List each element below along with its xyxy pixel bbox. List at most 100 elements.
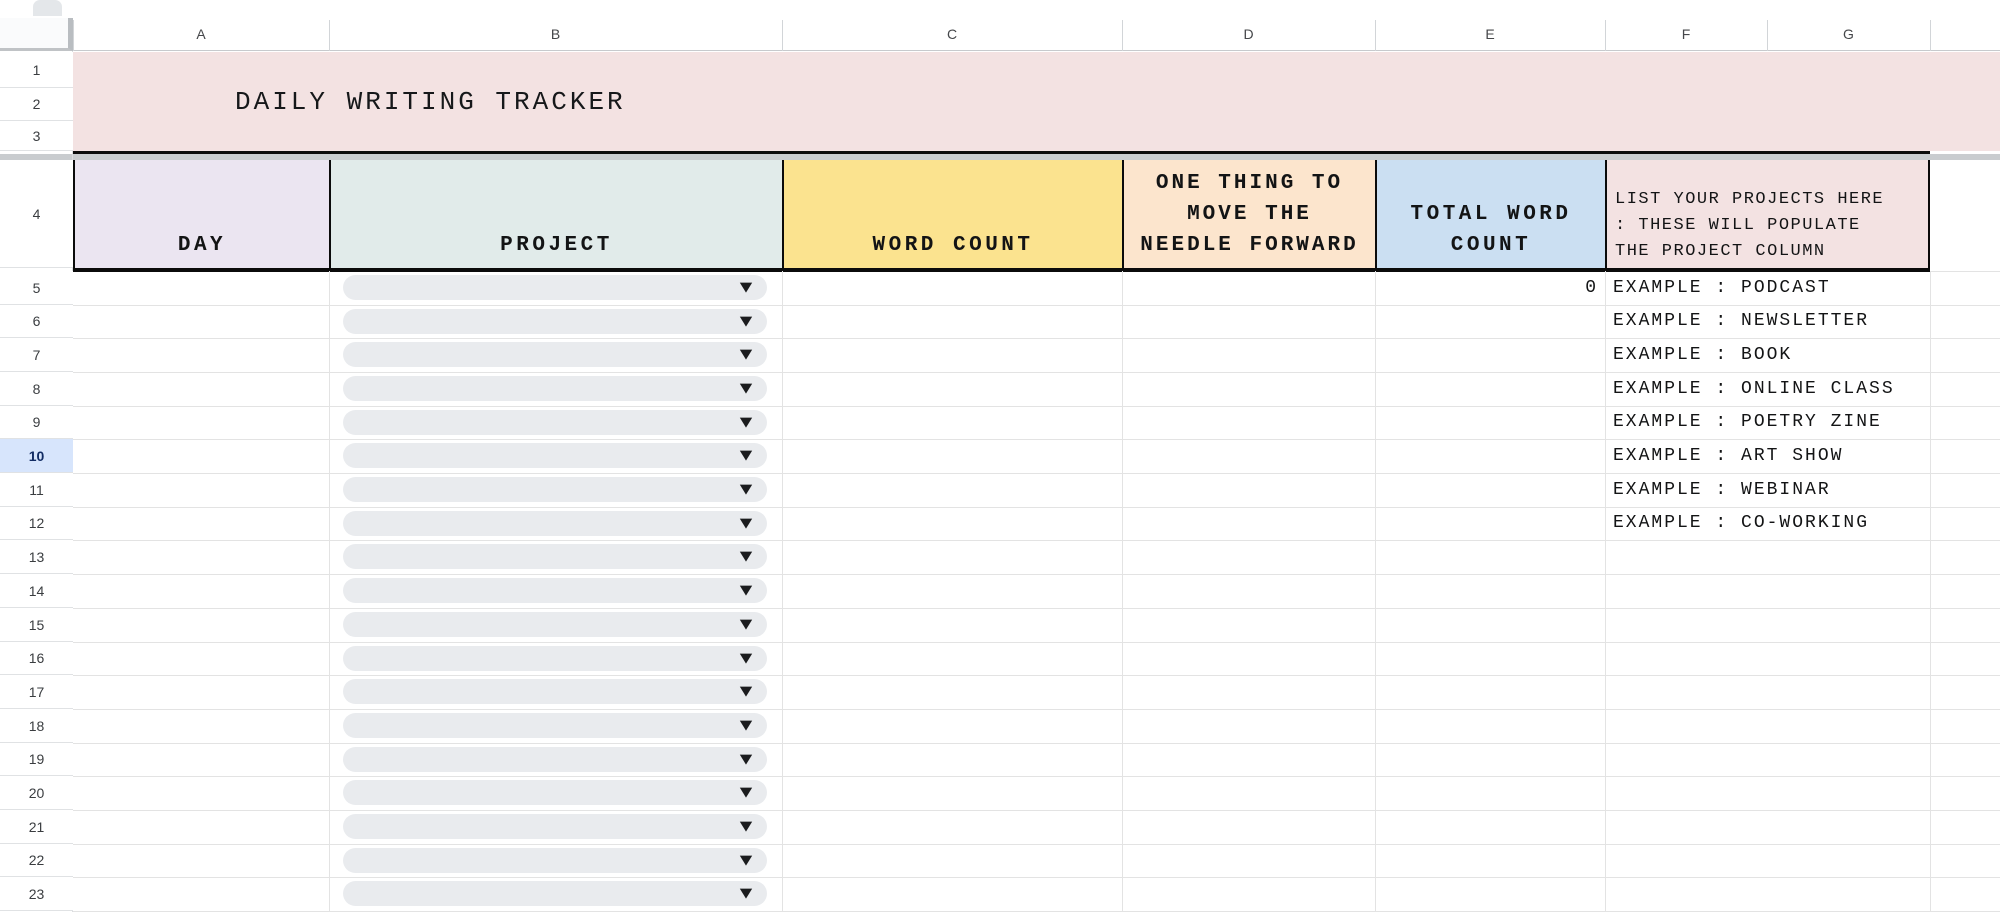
project-example-cell[interactable]: EXAMPLE : NEWSLETTER: [1613, 305, 1869, 338]
row-header-5[interactable]: 5: [0, 271, 73, 305]
row-header-7[interactable]: 7: [0, 338, 73, 372]
row-header-23[interactable]: 23: [0, 877, 73, 911]
project-dropdown[interactable]: ▼: [343, 881, 767, 906]
dropdown-arrow-icon: ▼: [740, 483, 753, 496]
project-dropdown[interactable]: ▼: [343, 578, 767, 603]
gridline: [73, 709, 2000, 710]
row-header-10[interactable]: 10: [0, 439, 73, 473]
gridline: [73, 810, 2000, 811]
gridline: [1605, 271, 1606, 912]
project-dropdown[interactable]: ▼: [343, 443, 767, 468]
header-cell-word-count[interactable]: WORD COUNT: [782, 160, 1122, 268]
project-dropdown[interactable]: ▼: [343, 342, 767, 367]
row-header-22[interactable]: 22: [0, 844, 73, 877]
dropdown-arrow-icon: ▼: [740, 854, 753, 867]
row-header-16[interactable]: 16: [0, 642, 73, 675]
row-header-6[interactable]: 6: [0, 305, 73, 338]
row-header-9[interactable]: 9: [0, 406, 73, 439]
dropdown-arrow-icon: ▼: [740, 719, 753, 732]
project-dropdown[interactable]: ▼: [343, 275, 767, 300]
column-header-g[interactable]: G: [1767, 18, 1930, 51]
dropdown-arrow-icon: ▼: [740, 281, 753, 294]
header-cell-total-word-count[interactable]: TOTAL WORD COUNT: [1375, 160, 1605, 268]
column-header-f[interactable]: F: [1605, 18, 1767, 51]
select-all-corner[interactable]: [0, 18, 73, 51]
dropdown-arrow-icon: ▼: [740, 887, 753, 900]
gridline: [73, 608, 2000, 609]
row-header-18[interactable]: 18: [0, 709, 73, 743]
dropdown-arrow-icon: ▼: [740, 550, 753, 563]
freeze-handle-tab[interactable]: [33, 0, 62, 16]
row-header-12[interactable]: 12: [0, 507, 73, 540]
project-dropdown[interactable]: ▼: [343, 511, 767, 536]
project-dropdown[interactable]: ▼: [343, 747, 767, 772]
column-header-separator: [1122, 20, 1123, 51]
row-header-19[interactable]: 19: [0, 743, 73, 776]
project-example-cell[interactable]: EXAMPLE : PODCAST: [1613, 271, 1831, 305]
dropdown-arrow-icon: ▼: [740, 820, 753, 833]
row-header-4[interactable]: 4: [0, 160, 73, 268]
header-cell-project[interactable]: PROJECT: [329, 160, 782, 268]
gridline: [73, 540, 2000, 541]
dropdown-arrow-icon: ▼: [740, 315, 753, 328]
dropdown-arrow-icon: ▼: [740, 685, 753, 698]
gridline: [1930, 271, 1931, 912]
row-header-2[interactable]: 2: [0, 88, 73, 121]
project-dropdown[interactable]: ▼: [343, 646, 767, 671]
dropdown-arrow-icon: ▼: [740, 618, 753, 631]
column-header-b[interactable]: B: [329, 18, 782, 51]
column-header-a[interactable]: A: [73, 18, 329, 51]
project-example-cell[interactable]: EXAMPLE : WEBINAR: [1613, 473, 1831, 507]
gridline: [73, 675, 2000, 676]
project-dropdown[interactable]: ▼: [343, 309, 767, 334]
column-header-separator: [782, 20, 783, 51]
project-dropdown[interactable]: ▼: [343, 544, 767, 569]
gridline: [73, 844, 2000, 845]
row-header-1[interactable]: 1: [0, 52, 73, 88]
header-cell-projects-note[interactable]: LIST YOUR PROJECTS HERE : THESE WILL POP…: [1605, 160, 1930, 268]
project-dropdown[interactable]: ▼: [343, 612, 767, 637]
total-word-count-value-cell[interactable]: 0: [1375, 271, 1597, 305]
dropdown-arrow-icon: ▼: [740, 449, 753, 462]
row-header-15[interactable]: 15: [0, 608, 73, 642]
project-dropdown[interactable]: ▼: [343, 780, 767, 805]
row-header-8[interactable]: 8: [0, 372, 73, 406]
row-header-17[interactable]: 17: [0, 675, 73, 709]
column-header-separator: [73, 20, 74, 51]
header-cell-day[interactable]: DAY: [73, 160, 329, 268]
project-dropdown[interactable]: ▼: [343, 814, 767, 839]
column-header-separator: [1375, 20, 1376, 51]
column-header-d[interactable]: D: [1122, 18, 1375, 51]
project-dropdown[interactable]: ▼: [343, 848, 767, 873]
row-header-11[interactable]: 11: [0, 473, 73, 507]
title-band-rows-1-3[interactable]: DAILY WRITING TRACKER: [73, 52, 2000, 151]
dropdown-arrow-icon: ▼: [740, 517, 753, 530]
gridline: [73, 877, 2000, 878]
project-example-cell[interactable]: EXAMPLE : POETRY ZINE: [1613, 406, 1882, 439]
project-dropdown[interactable]: ▼: [343, 410, 767, 435]
row-header-21[interactable]: 21: [0, 810, 73, 844]
project-dropdown[interactable]: ▼: [343, 477, 767, 502]
gridline: [73, 574, 2000, 575]
project-example-cell[interactable]: EXAMPLE : BOOK: [1613, 338, 1792, 372]
project-dropdown[interactable]: ▼: [343, 376, 767, 401]
dropdown-arrow-icon: ▼: [740, 382, 753, 395]
project-example-cell[interactable]: EXAMPLE : CO-WORKING: [1613, 507, 1869, 540]
column-header-separator: [1930, 20, 1931, 51]
project-dropdown[interactable]: ▼: [343, 679, 767, 704]
row-header-20[interactable]: 20: [0, 776, 73, 810]
column-header-separator: [1767, 20, 1768, 51]
header-cell-one-thing[interactable]: ONE THING TO MOVE THE NEEDLE FORWARD: [1122, 160, 1375, 268]
row-header-3[interactable]: 3: [0, 121, 73, 151]
project-dropdown[interactable]: ▼: [343, 713, 767, 738]
column-header-c[interactable]: C: [782, 18, 1122, 51]
project-example-cell[interactable]: EXAMPLE : ONLINE CLASS: [1613, 372, 1895, 406]
dropdown-arrow-icon: ▼: [740, 416, 753, 429]
dropdown-arrow-icon: ▼: [740, 584, 753, 597]
column-header-e[interactable]: E: [1375, 18, 1605, 51]
project-example-cell[interactable]: EXAMPLE : ART SHOW: [1613, 439, 1843, 473]
row-header-13[interactable]: 13: [0, 540, 73, 574]
dropdown-arrow-icon: ▼: [740, 753, 753, 766]
gridline: [73, 743, 2000, 744]
row-header-14[interactable]: 14: [0, 574, 73, 608]
